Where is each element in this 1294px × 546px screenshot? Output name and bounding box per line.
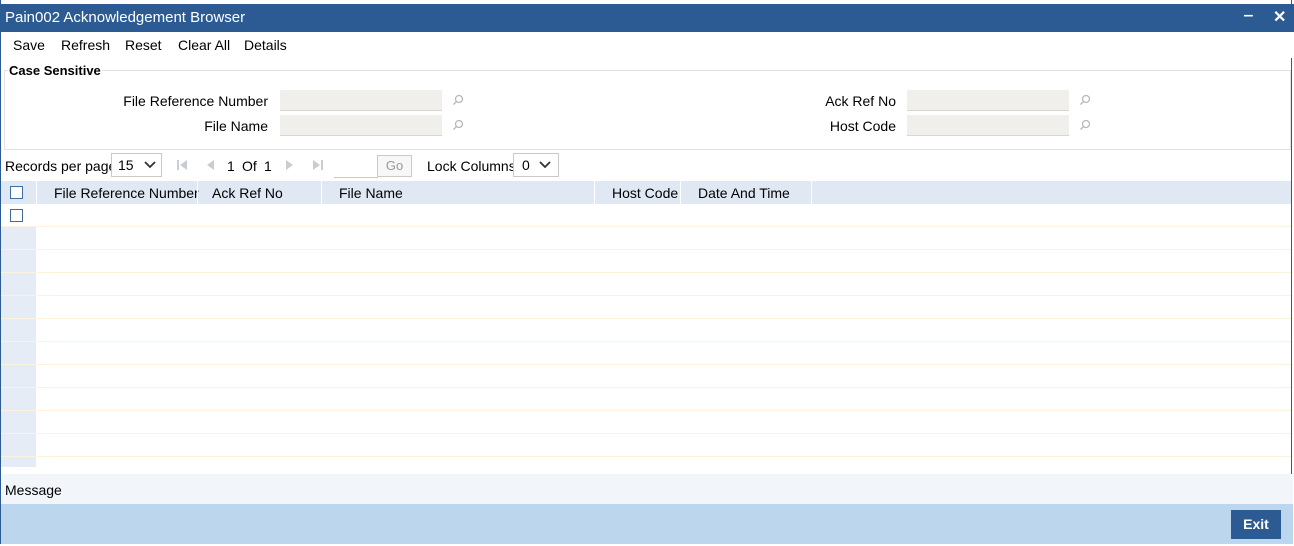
details-button[interactable]: Details	[244, 37, 287, 53]
file-name-label: File Name	[204, 118, 268, 134]
ack-ref-no-label: Ack Ref No	[825, 93, 896, 109]
message-label: Message	[5, 482, 62, 498]
table-row	[1, 296, 1291, 319]
select-all-checkbox[interactable]	[10, 186, 23, 199]
table-row	[1, 411, 1291, 434]
search-icon[interactable]	[1079, 119, 1091, 131]
table-row	[1, 250, 1291, 273]
toolbar: Save Refresh Reset Clear All Details	[1, 32, 1294, 58]
current-page: 1	[227, 158, 235, 174]
table-row[interactable]	[1, 204, 1291, 227]
refresh-button[interactable]: Refresh	[61, 37, 110, 53]
search-icon[interactable]	[1079, 94, 1091, 106]
host-code-input[interactable]	[907, 115, 1069, 136]
search-icon[interactable]	[452, 119, 464, 131]
column-header-file-reference-number[interactable]: File Reference Number	[54, 185, 199, 201]
records-per-page-select[interactable]: 15	[111, 153, 162, 177]
first-page-icon[interactable]	[177, 159, 188, 171]
table-row	[1, 319, 1291, 342]
message-bar: Message	[1, 474, 1293, 504]
table-row	[1, 227, 1291, 250]
file-reference-number-input[interactable]	[280, 90, 442, 111]
lock-columns-value: 0	[522, 157, 530, 173]
page-number-input[interactable]	[334, 155, 378, 178]
lock-columns-select[interactable]: 0	[513, 153, 559, 177]
records-per-page-label: Records per page	[5, 158, 117, 174]
file-reference-number-label: File Reference Number	[123, 93, 268, 109]
prev-page-icon[interactable]	[206, 159, 215, 171]
table-row	[1, 342, 1291, 365]
chevron-down-icon	[539, 161, 551, 169]
host-code-label: Host Code	[829, 118, 896, 134]
clear-all-button[interactable]: Clear All	[178, 37, 230, 53]
go-button[interactable]: Go	[377, 155, 412, 177]
ack-ref-no-input[interactable]	[907, 90, 1069, 111]
table-row	[1, 434, 1291, 457]
chevron-down-icon	[144, 161, 156, 169]
case-sensitive-legend: Case Sensitive	[8, 63, 102, 78]
browser-window: Pain002 Acknowledgement Browser ‒ ✕ Save…	[0, 0, 1294, 544]
title-bar: Pain002 Acknowledgement Browser ‒ ✕	[1, 4, 1294, 32]
file-name-input[interactable]	[280, 115, 442, 136]
table-row	[1, 457, 1291, 467]
table-row	[1, 365, 1291, 388]
table-row	[1, 273, 1291, 296]
total-pages: 1	[264, 158, 272, 174]
close-button[interactable]: ✕	[1273, 7, 1286, 27]
save-button[interactable]: Save	[13, 37, 45, 53]
search-fieldset	[4, 70, 1291, 150]
last-page-icon[interactable]	[312, 159, 323, 171]
footer	[1, 504, 1293, 544]
table-header: File Reference Number Ack Ref No File Na…	[1, 181, 1291, 204]
row-checkbox[interactable]	[10, 209, 23, 222]
next-page-icon[interactable]	[285, 159, 294, 171]
exit-button[interactable]: Exit	[1231, 510, 1281, 539]
lock-columns-label: Lock Columns	[427, 158, 516, 174]
records-per-page-value: 15	[118, 157, 134, 173]
column-header-host-code[interactable]: Host Code	[612, 185, 678, 201]
column-header-ack-ref-no[interactable]: Ack Ref No	[212, 185, 283, 201]
of-label: Of	[242, 158, 257, 174]
reset-button[interactable]: Reset	[125, 37, 162, 53]
column-header-date-and-time[interactable]: Date And Time	[698, 185, 790, 201]
minimize-button[interactable]: ‒	[1244, 7, 1253, 25]
search-icon[interactable]	[452, 94, 464, 106]
column-header-file-name[interactable]: File Name	[339, 185, 403, 201]
window-title: Pain002 Acknowledgement Browser	[5, 9, 246, 26]
table-row	[1, 388, 1291, 411]
